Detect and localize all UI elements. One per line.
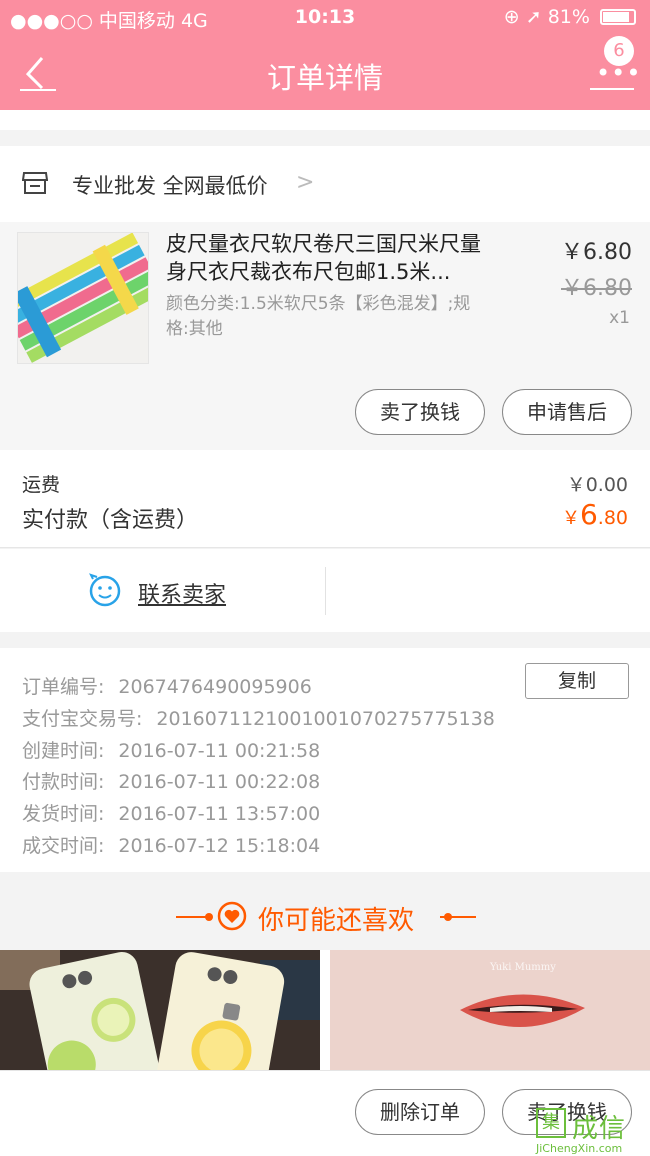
- phone-case-image: [0, 950, 320, 1070]
- created-time-row: 创建时间: 2016-07-11 00:21:58: [22, 736, 320, 763]
- recommend-dot-left: [205, 913, 213, 921]
- recommend-item-phone-case[interactable]: [0, 950, 320, 1070]
- watermark-text: 成信: [572, 1114, 627, 1144]
- shop-row[interactable]: 专业批发 全网最低价 >: [0, 146, 650, 222]
- store-icon: [22, 172, 48, 194]
- closed-time-label: 成交时间:: [22, 835, 105, 857]
- order-number-value: 2067476490095906: [118, 676, 312, 698]
- order-number-label: 订单编号:: [22, 676, 105, 698]
- paid-time-row: 付款时间: 2016-07-11 00:22:08: [22, 767, 320, 794]
- sell-for-cash-button[interactable]: 卖了换钱: [355, 389, 485, 435]
- tape-measure-image: [18, 233, 148, 363]
- chevron-right-icon: >: [296, 170, 315, 195]
- contact-section: 联系卖家: [0, 549, 650, 632]
- alipay-trade-label: 支付宝交易号:: [22, 708, 143, 730]
- image-watermark-text: Yuki Mummy: [489, 962, 556, 973]
- header: ●●●○○ 中国移动 4G 10:13 ⊕ ➚ 81% 订单详情 ••• 6: [0, 0, 650, 110]
- product-name[interactable]: 皮尺量衣尺软尺卷尺三国尺米尺量身尺衣尺裁衣布尺包邮1.5米...: [166, 230, 496, 288]
- message-count-badge: 6: [604, 36, 634, 66]
- top-spacer: [0, 110, 650, 130]
- recommend-gap: [320, 950, 330, 1070]
- paid-currency: ￥: [561, 508, 580, 529]
- shipped-time-label: 发货时间:: [22, 803, 105, 825]
- heart-circle-icon: [217, 901, 247, 931]
- paid-time-value: 2016-07-11 00:22:08: [118, 771, 321, 793]
- contact-divider: [325, 567, 326, 615]
- delete-order-button[interactable]: 删除订单: [355, 1089, 485, 1135]
- recommend-line-right: [440, 916, 476, 918]
- more-menu-button[interactable]: ••• 6: [590, 36, 640, 96]
- watermark-url: JiChengXin.com: [536, 1142, 623, 1155]
- order-info: 复制 订单编号: 2067476490095906 支付宝交易号: 20160711…: [0, 648, 650, 872]
- fee-summary: 运费 ￥0.00 实付款（含运费） ￥6.80: [0, 450, 650, 548]
- closed-time-row: 成交时间: 2016-07-12 15:18:04: [22, 831, 320, 858]
- battery-icon: [600, 9, 636, 25]
- product-original-price: ￥6.80: [561, 276, 632, 301]
- closed-time-value: 2016-07-12 15:18:04: [118, 835, 321, 857]
- shipped-time-value: 2016-07-11 13:57:00: [118, 803, 321, 825]
- battery-percent: 81%: [547, 6, 590, 28]
- rotation-lock-icon: ⊕: [503, 6, 520, 28]
- shop-name: 专业批发 全网最低价: [72, 174, 268, 198]
- paid-integer: 6: [579, 498, 598, 531]
- chat-face-icon: [89, 573, 121, 607]
- paid-amount-value: ￥6.80: [562, 498, 628, 531]
- created-time-label: 创建时间:: [22, 740, 105, 762]
- more-underline: [590, 88, 634, 90]
- shipping-value: ￥0.00: [566, 474, 628, 496]
- paid-amount-label: 实付款（含运费）: [22, 508, 199, 533]
- paid-time-label: 付款时间:: [22, 771, 105, 793]
- more-dots-icon: •••: [596, 59, 642, 87]
- site-watermark-logo: 集 成信 JiChengXin.com: [536, 1108, 646, 1155]
- product-thumbnail[interactable]: [17, 232, 149, 364]
- lipstick-image: Yuki Mummy: [330, 950, 650, 1070]
- order-item[interactable]: 皮尺量衣尺软尺卷尺三国尺米尺量身尺衣尺裁衣布尺包邮1.5米... 颜色分类:1.…: [0, 222, 650, 450]
- created-time-value: 2016-07-11 00:21:58: [118, 740, 321, 762]
- paid-decimal: .80: [597, 507, 628, 529]
- copy-order-number-button[interactable]: 复制: [525, 663, 629, 699]
- shipping-label: 运费: [22, 474, 61, 496]
- location-arrow-icon: ➚: [525, 6, 542, 28]
- contact-seller-label: 联系卖家: [138, 583, 227, 608]
- recommend-item-lipstick[interactable]: Yuki Mummy: [330, 950, 650, 1070]
- watermark-box-char: 集: [536, 1108, 566, 1138]
- alipay-trade-row: 支付宝交易号: 2016071121001001070275775138: [22, 704, 495, 731]
- alipay-trade-value: 2016071121001001070275775138: [156, 708, 495, 730]
- recommend-header: 你可能还喜欢: [0, 872, 650, 950]
- product-quantity: x1: [609, 308, 630, 328]
- order-number-row: 订单编号: 2067476490095906: [22, 672, 312, 699]
- after-sale-button[interactable]: 申请售后: [502, 389, 632, 435]
- product-price: ￥6.80: [561, 240, 632, 265]
- shipped-time-row: 发货时间: 2016-07-11 13:57:00: [22, 799, 320, 826]
- product-sku: 颜色分类:1.5米软尺5条【彩色混发】;规格:其他: [166, 294, 471, 339]
- status-right: ⊕ ➚ 81%: [504, 6, 636, 28]
- page-title: 订单详情: [266, 61, 383, 95]
- recommend-title: 你可能还喜欢: [258, 906, 415, 936]
- status-bar: ●●●○○ 中国移动 4G 10:13 ⊕ ➚ 81%: [0, 6, 650, 32]
